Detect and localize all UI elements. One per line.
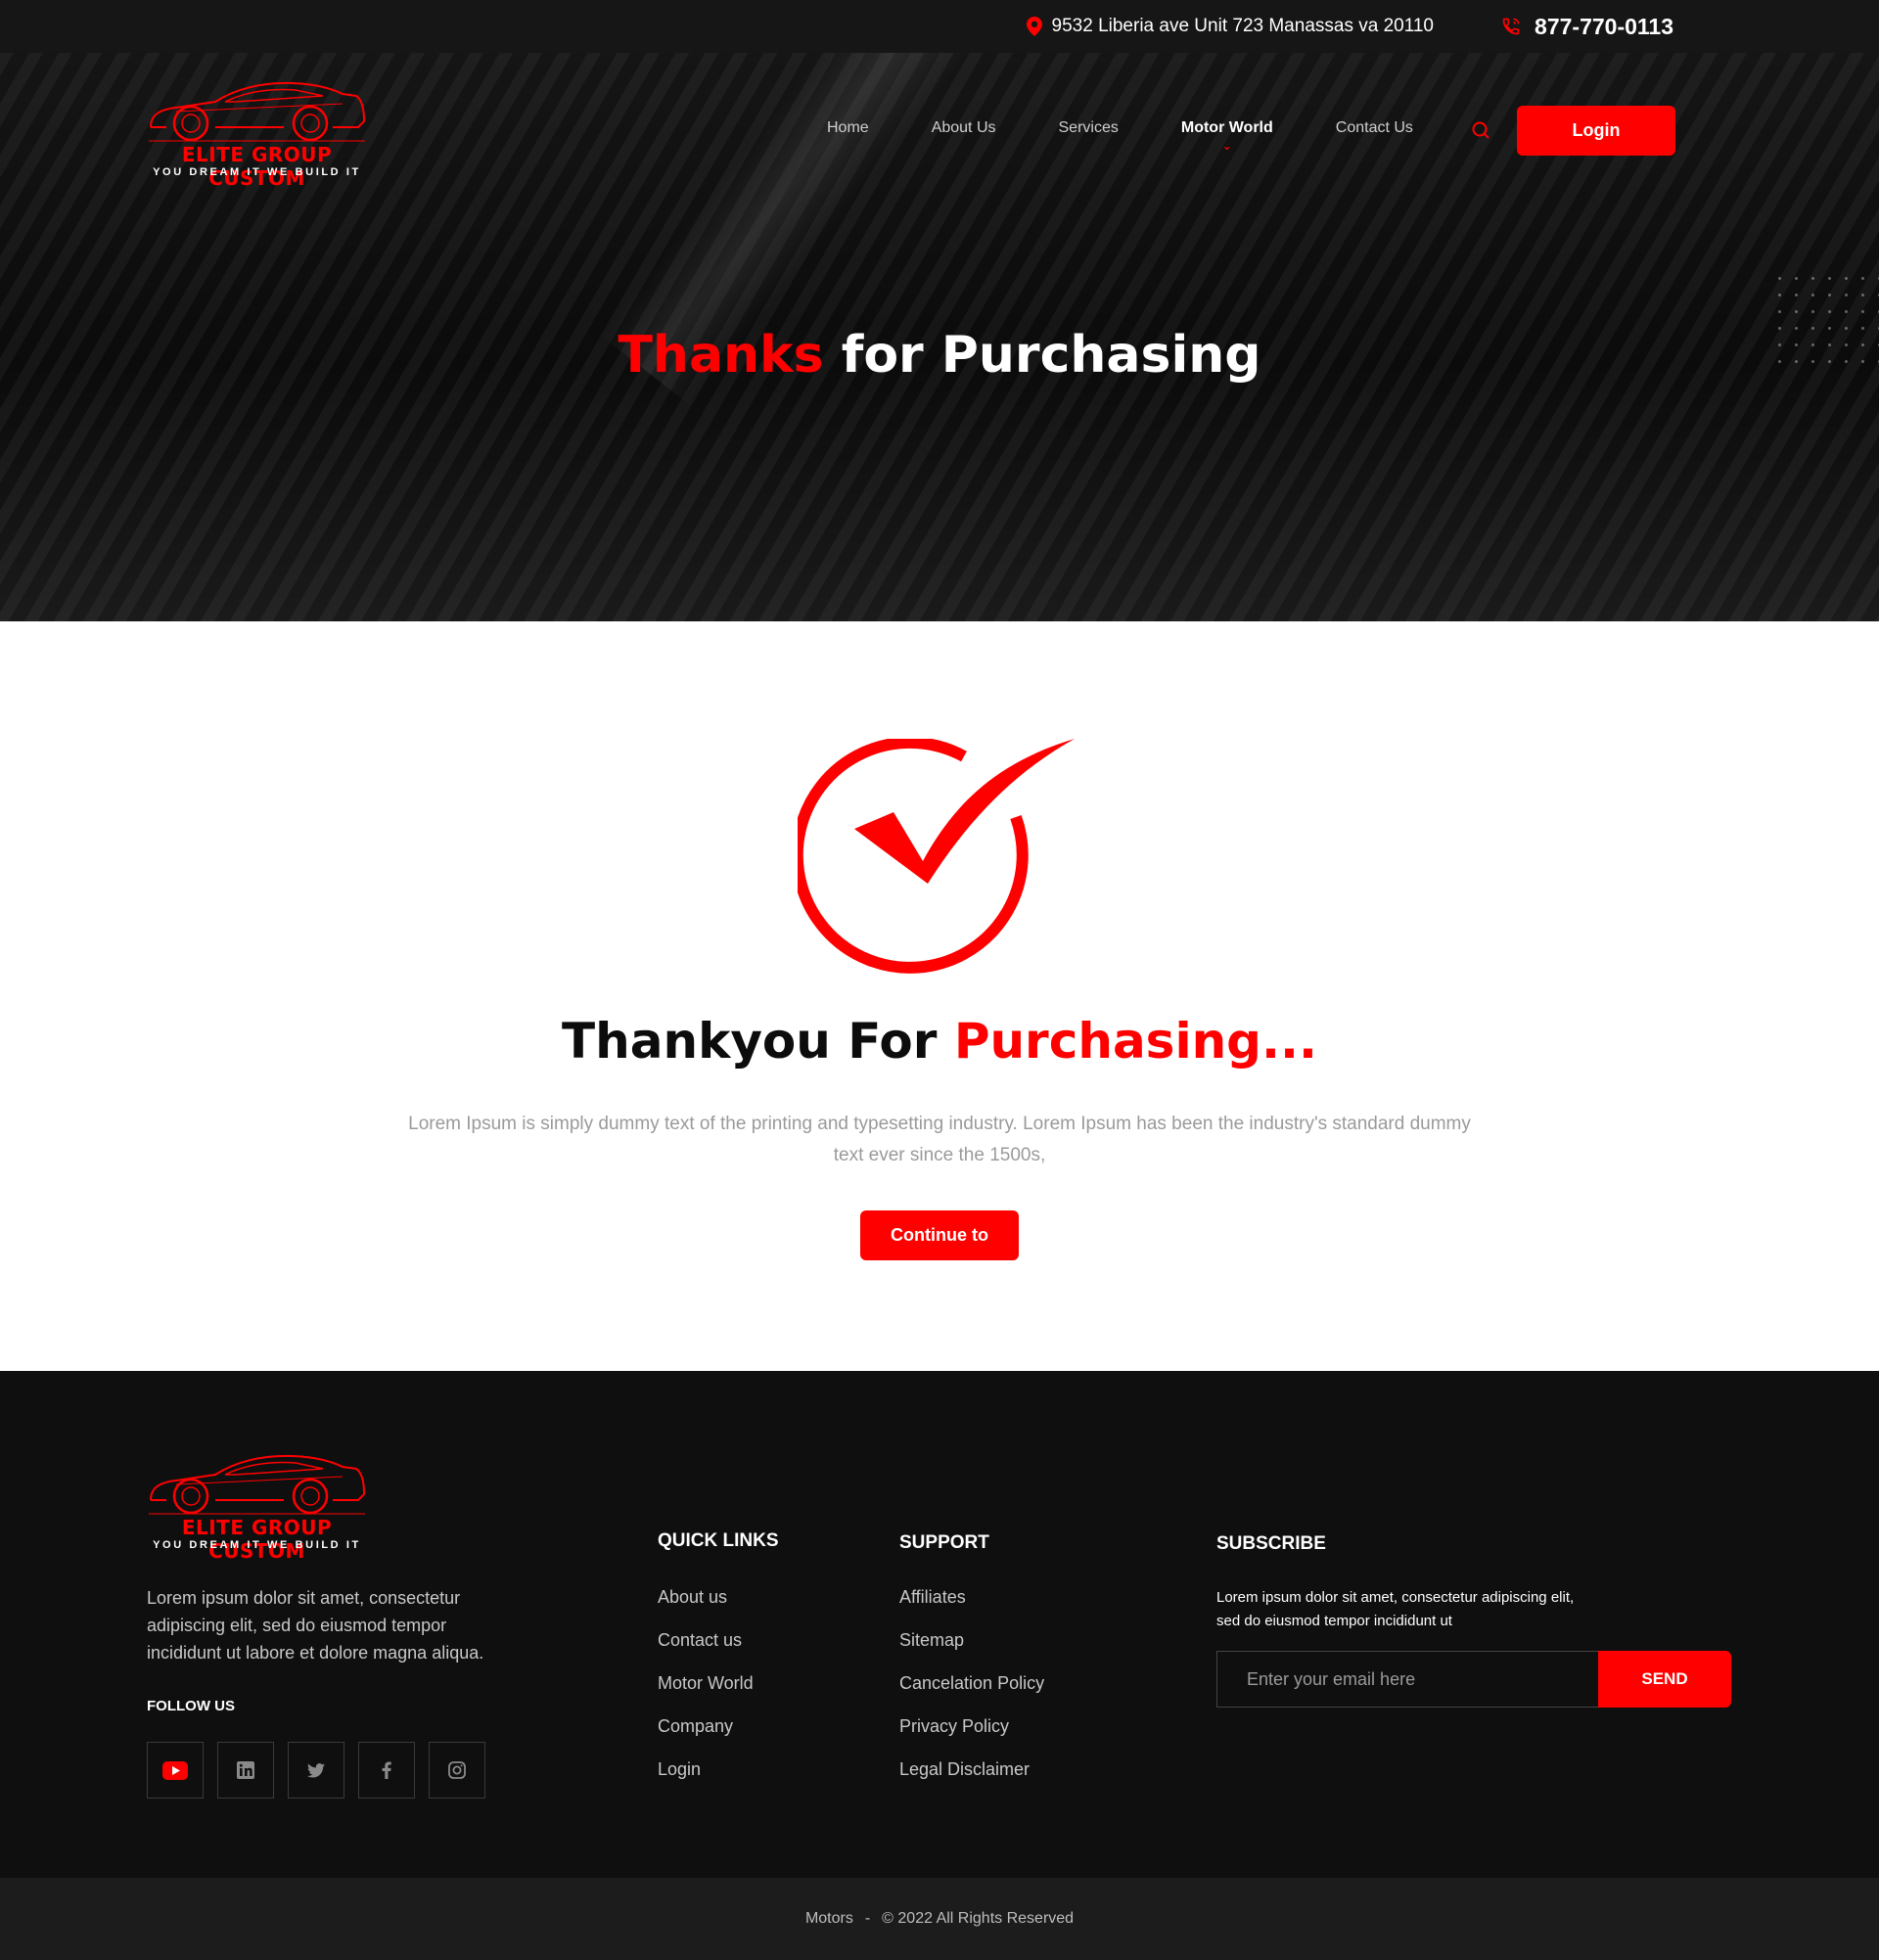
subscribe-text: Lorem ipsum dolor sit amet, consectetur … [1216,1589,1575,1629]
nav-item-motor-world-label: Motor World [1180,119,1273,136]
footer-link-about-us[interactable]: About us [658,1587,754,1630]
linkedin-link[interactable] [217,1742,274,1799]
thankyou-heading: Thankyou For Purchasing... [0,1013,1879,1070]
facebook-link[interactable] [358,1742,415,1799]
footer-link-affiliates[interactable]: Affiliates [899,1587,1044,1630]
subscribe-title: SUBSCRIBE [1216,1533,1326,1554]
nav-item-services[interactable]: Services [1059,119,1119,137]
send-button[interactable]: SEND [1598,1651,1731,1708]
thankyou-heading-plain: Thankyou For [562,1013,954,1070]
youtube-link[interactable] [147,1742,204,1799]
social-links [147,1742,485,1799]
address-block: 9532 Liberia ave Unit 723 Manassas va 20… [1026,0,1434,53]
search-icon[interactable] [1468,117,1493,143]
footer-link-legal-disclaimer[interactable]: Legal Disclaimer [899,1759,1044,1802]
map-pin-icon [1026,17,1042,36]
footer-logo[interactable]: ELITE GROUP CUSTOM YOU DREAM IT WE BUILD… [147,1451,372,1563]
copyright-bar: Motors - © 2022 All Rights Reserved [0,1878,1879,1960]
hero-title-accent: Thanks [618,326,824,385]
confirmation-section: Thankyou For Purchasing... Lorem Ipsum i… [0,621,1879,1371]
footer-link-login[interactable]: Login [658,1759,754,1802]
nav-item-motor-world[interactable]: Motor World ⌄ [1180,119,1273,153]
phone-icon [1502,18,1520,35]
footer-about-text: Lorem ipsum dolor sit amet, consectetur … [147,1588,484,1663]
footer-link-sitemap[interactable]: Sitemap [899,1630,1044,1673]
quick-links-list: About us Contact us Motor World Company … [658,1587,754,1802]
footer: ELITE GROUP CUSTOM YOU DREAM IT WE BUILD… [0,1371,1879,1878]
nav-item-contact-us[interactable]: Contact Us [1336,119,1413,137]
nav-links: Home About Us Services Motor World ⌄ Cont… [827,119,1413,153]
copyright-site: Motors [804,1910,853,1927]
youtube-icon [162,1760,188,1780]
instagram-icon [448,1761,466,1779]
twitter-link[interactable] [288,1742,344,1799]
support-list: Affiliates Sitemap Cancelation Policy Pr… [899,1587,1044,1802]
support-title: SUPPORT [899,1532,989,1553]
confirmation-description: Lorem Ipsum is simply dummy text of the … [408,1114,1471,1165]
main-navigation: Home About Us Services Motor World ⌄ Cont… [0,53,1879,205]
nav-item-about-us[interactable]: About Us [932,119,996,137]
checkmark-circle-icon [798,739,1075,974]
linkedin-icon [237,1761,254,1779]
footer-link-cancelation-policy[interactable]: Cancelation Policy [899,1673,1044,1716]
footer-link-privacy-policy[interactable]: Privacy Policy [899,1716,1044,1759]
continue-button[interactable]: Continue to [860,1210,1019,1260]
car-logo-icon [149,1454,366,1515]
twitter-icon [307,1762,325,1778]
hero-title: Thanks for Purchasing [0,326,1879,385]
instagram-link[interactable] [429,1742,485,1799]
email-input[interactable] [1216,1651,1598,1708]
follow-us-label: FOLLOW US [147,1698,235,1714]
facebook-icon [382,1761,391,1779]
chevron-down-icon: ⌄ [1221,139,1232,153]
footer-link-contact-us[interactable]: Contact us [658,1630,754,1673]
login-button[interactable]: Login [1517,106,1675,156]
footer-brand-tagline: YOU DREAM IT WE BUILD IT [153,1539,361,1551]
phone-number[interactable]: 877-770-0113 [1535,14,1673,40]
quick-links-title: QUICK LINKS [658,1530,779,1551]
phone-block[interactable]: 877-770-0113 [1501,0,1673,53]
copyright-text: © 2022 All Rights Reserved [882,1910,1075,1927]
hero-title-rest: for Purchasing [823,326,1261,385]
address-text: 9532 Liberia ave Unit 723 Manassas va 20… [1051,16,1434,36]
thankyou-heading-accent: Purchasing... [953,1013,1317,1070]
copyright-separator: - [864,1910,871,1927]
top-bar: 9532 Liberia ave Unit 723 Manassas va 20… [0,0,1879,53]
footer-link-company[interactable]: Company [658,1716,754,1759]
nav-item-home[interactable]: Home [827,119,869,137]
footer-link-motor-world[interactable]: Motor World [658,1673,754,1716]
